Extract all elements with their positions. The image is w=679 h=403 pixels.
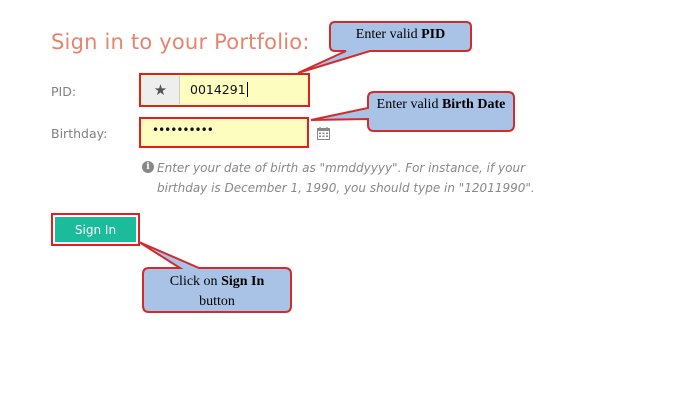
callout-signin-text: Click on Sign In button [169, 274, 265, 309]
